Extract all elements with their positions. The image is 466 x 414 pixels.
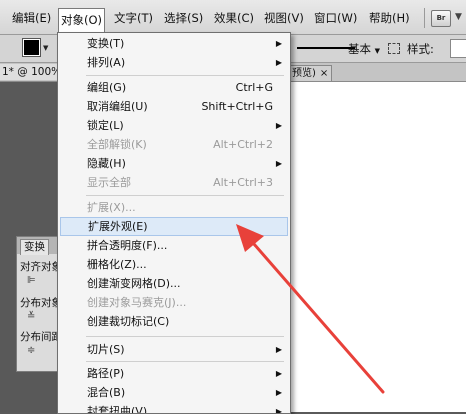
annotation-arrow [236,224,385,394]
arrow-shaft [245,234,385,394]
arrow-head [236,224,264,252]
